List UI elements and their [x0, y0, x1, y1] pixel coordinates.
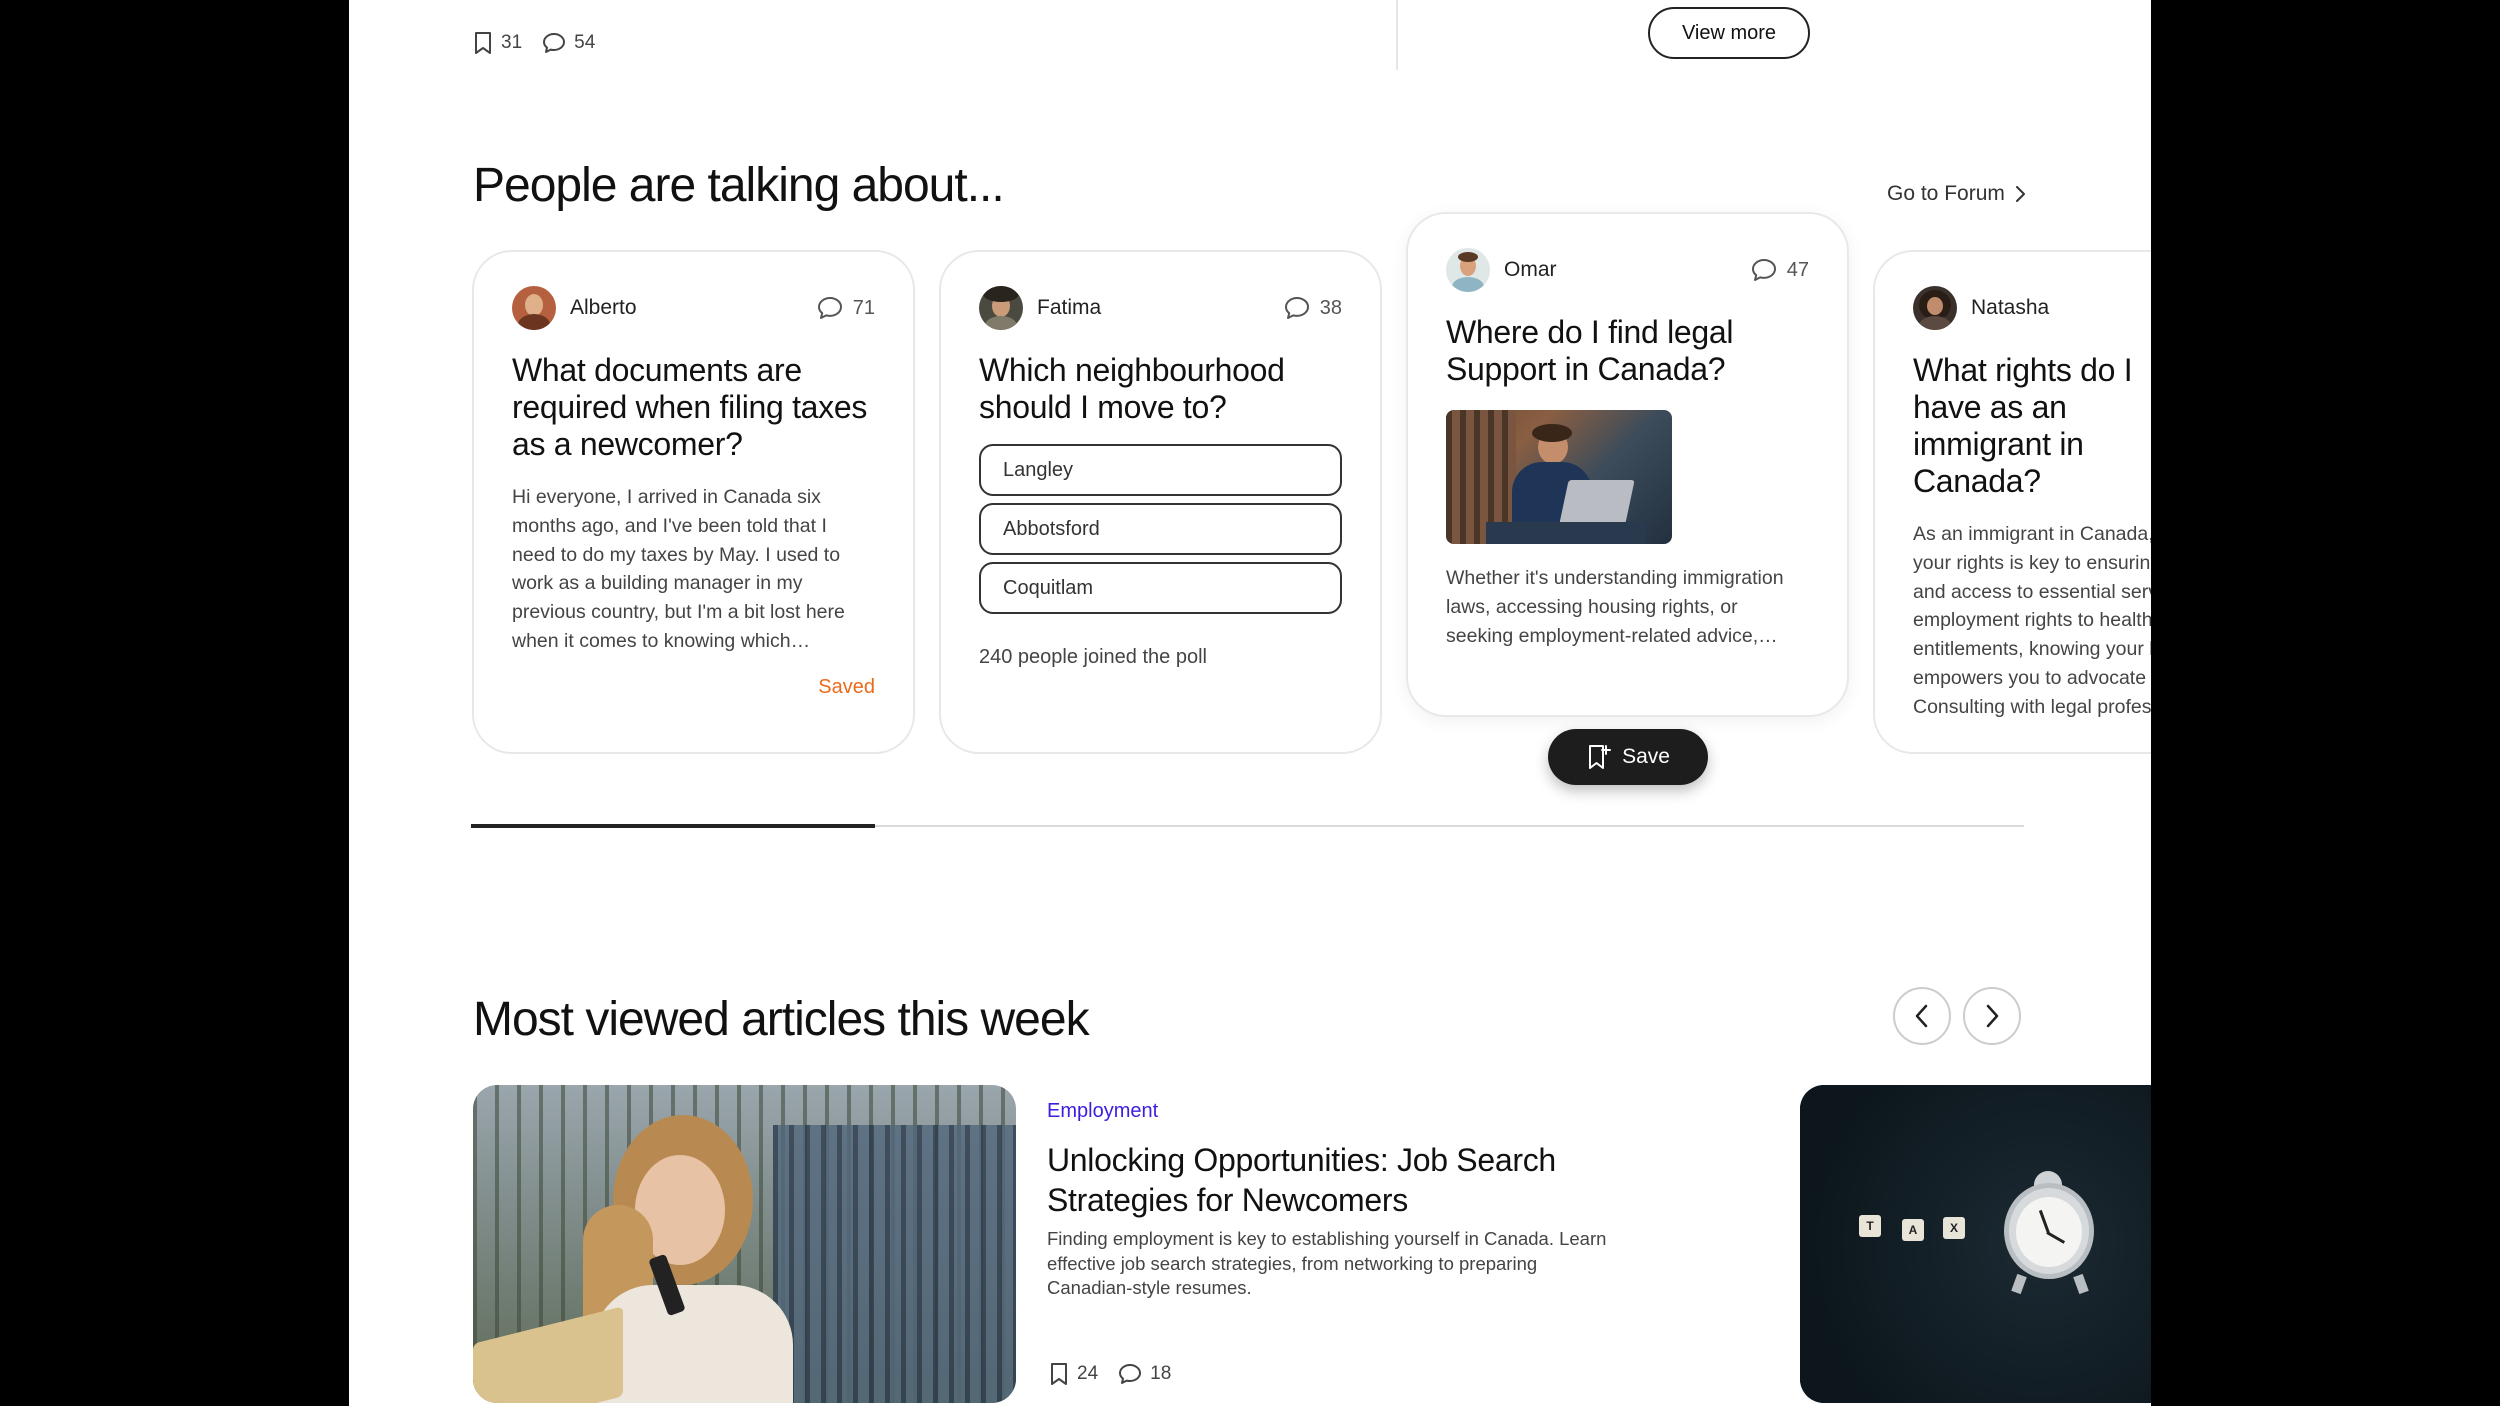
letter-tile: T — [1859, 1215, 1881, 1237]
poll-option[interactable]: Abbotsford — [979, 503, 1342, 555]
article-photo-tax[interactable]: T A X — [1800, 1085, 2151, 1403]
forum-card-alberto[interactable]: Alberto 71 What documents are required w… — [472, 250, 915, 754]
bookmark-count: 31 — [501, 32, 523, 53]
articles-section-title: Most viewed articles this week — [473, 993, 1090, 1046]
article-excerpt: Finding employment is key to establishin… — [1047, 1228, 1607, 1298]
author-name: Alberto — [570, 296, 637, 319]
avatar — [1446, 248, 1490, 292]
comment-icon[interactable] — [1118, 1363, 1142, 1385]
comment-count: 47 — [1786, 258, 1809, 281]
chevron-right-icon — [1983, 1002, 2001, 1030]
go-to-forum-link[interactable]: Go to Forum — [1887, 182, 2027, 206]
comment-icon — [1284, 296, 1310, 320]
carousel-progress-fill — [471, 824, 875, 828]
card-title-text: What rights do I have as an immigrant in… — [1913, 352, 2133, 499]
save-button[interactable]: Save — [1548, 729, 1708, 785]
saved-status: Saved — [818, 675, 875, 698]
chevron-left-icon — [1913, 1002, 1931, 1030]
bookmark-icon[interactable] — [473, 31, 493, 55]
save-label: Save — [1622, 745, 1670, 768]
column-divider — [1396, 0, 1398, 70]
poll-options: Langley Abbotsford Coquitlam — [979, 444, 1342, 614]
card-photo — [1446, 410, 1672, 544]
avatar — [512, 286, 556, 330]
previous-article-meta: 31 54 — [473, 31, 615, 55]
forum-card-fatima[interactable]: Fatima 38 Which neighbourhood should I m… — [939, 250, 1382, 754]
view-more-button[interactable]: View more — [1648, 7, 1810, 59]
avatar — [1913, 286, 1957, 330]
bookmark-count: 24 — [1077, 1363, 1099, 1384]
author-name: Natasha — [1971, 296, 2050, 319]
card-title: Which neighbourhood should I move to? — [979, 352, 1285, 425]
forum-section-title: People are talking about... — [473, 159, 1005, 212]
previous-button[interactable] — [1893, 987, 1951, 1045]
card-body: As an immigrant in Canada, understanding… — [1913, 523, 2151, 718]
comment-count: 71 — [852, 296, 875, 319]
article-photo[interactable] — [473, 1085, 1016, 1403]
article-category[interactable]: Employment — [1047, 1100, 1158, 1123]
bookmark-plus-icon — [1586, 743, 1612, 771]
poll-option[interactable]: Langley — [979, 444, 1342, 496]
card-body: Whether it's understanding immigration l… — [1446, 567, 1784, 647]
carousel-progress-track — [471, 824, 2024, 828]
go-to-forum-label: Go to Forum — [1887, 182, 2005, 205]
letter-tile: A — [1902, 1219, 1924, 1241]
comment-count: 38 — [1319, 296, 1342, 319]
forum-card-omar[interactable]: Omar 47 Where do I find legal Support in… — [1406, 212, 1849, 717]
comment-icon[interactable] — [542, 32, 566, 54]
chevron-right-icon — [2013, 183, 2027, 205]
letter-tile: X — [1943, 1217, 1965, 1239]
article-title[interactable]: Unlocking Opportunities: Job Search Stra… — [1047, 1140, 1607, 1220]
comment-count: 18 — [1150, 1363, 1172, 1384]
author-name: Omar — [1504, 258, 1557, 281]
next-button[interactable] — [1963, 987, 2021, 1045]
article-meta: 24 18 — [1049, 1362, 1191, 1386]
author-name: Fatima — [1037, 296, 1102, 319]
card-title: Where do I find legal Support in Canada? — [1446, 314, 1734, 387]
page: 31 54 View more People are talking about… — [349, 0, 2151, 1406]
avatar — [979, 286, 1023, 330]
poll-participant-count: 240 people joined the poll — [979, 646, 1207, 668]
bookmark-icon[interactable] — [1049, 1362, 1069, 1386]
card-title: What documents are required when filing … — [512, 352, 868, 462]
poll-option[interactable]: Coquitlam — [979, 562, 1342, 614]
forum-card-natasha[interactable]: Natasha What rights do I have as an immi… — [1873, 250, 2151, 754]
comment-icon — [1751, 258, 1777, 282]
card-body: Hi everyone, I arrived in Canada six mon… — [512, 486, 845, 652]
comment-count: 54 — [574, 32, 596, 53]
card-title: What rights do I have as an immigrant in… — [1913, 352, 2151, 500]
comment-icon — [817, 296, 843, 320]
